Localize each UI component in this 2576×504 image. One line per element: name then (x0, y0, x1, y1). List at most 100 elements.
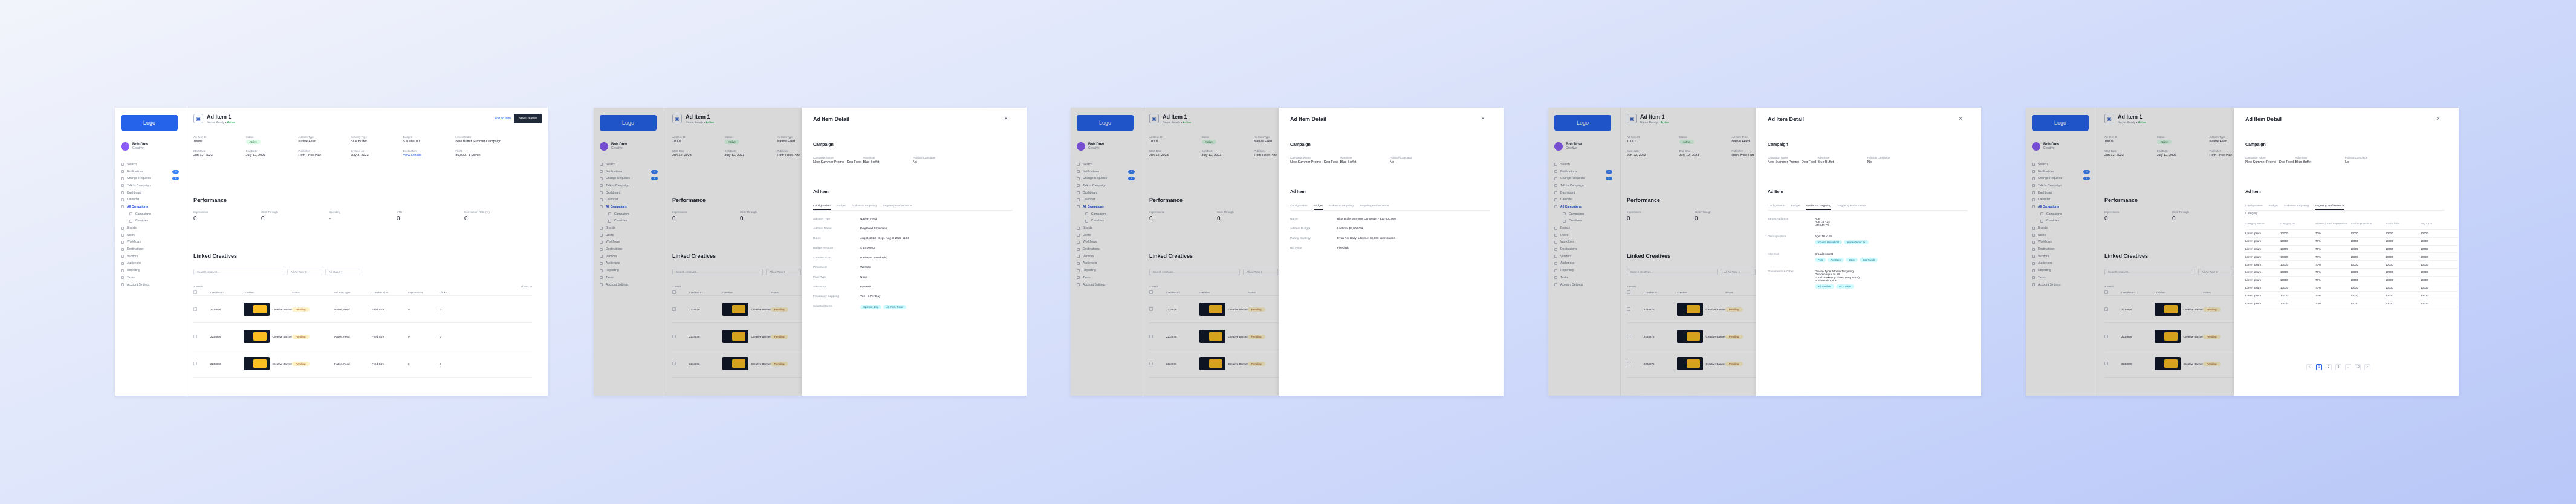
sidebar-item-label: Users (127, 233, 135, 237)
targeting-chip[interactable]: Pets (1815, 258, 1826, 262)
targeting-chip[interactable]: Income Household (1815, 240, 1842, 244)
sidebar-item[interactable]: Search (121, 161, 181, 168)
targeting-chip[interactable]: Dog Foods (1859, 258, 1878, 262)
tab-budget[interactable]: Budget (1791, 205, 1800, 210)
targeting-chip[interactable]: Dogs (1845, 258, 1858, 262)
sidebar-item[interactable]: Reporting (121, 267, 181, 274)
column-header[interactable]: Category Name (2245, 222, 2280, 225)
column-header[interactable]: Avg CTR (2421, 222, 2456, 225)
page-button[interactable]: < (2306, 364, 2312, 370)
tab-audience-targeting[interactable]: Audience Targeting (1329, 205, 1354, 210)
column-header[interactable]: Creative Size (372, 291, 408, 294)
nav-icon (121, 191, 124, 195)
close-icon[interactable]: × (1959, 116, 1962, 122)
tab-configuration[interactable]: Configuration (813, 205, 831, 210)
close-icon[interactable]: × (2436, 116, 2440, 122)
tab-targeting-performance[interactable]: Targeting Performance (883, 205, 912, 210)
status-cell: Pending (292, 307, 334, 312)
sidebar-item[interactable]: Tasks (121, 274, 181, 281)
column-header[interactable]: Clicks (440, 291, 467, 294)
new-creative-button[interactable]: New Creative (513, 114, 542, 123)
tab-budget[interactable]: Budget (837, 205, 846, 210)
sidebar-item[interactable]: Calendar (121, 196, 181, 203)
creative-thumbnail[interactable] (244, 303, 270, 316)
column-header[interactable]: Total Clicks (2386, 222, 2421, 225)
targeting-chip[interactable]: ad + Mobile (1815, 284, 1834, 289)
table-row: Lorem ipsum 10000 70% 10000 10000 10000 (2245, 299, 2458, 307)
meta-field: Publisher Roth Price Pizz (298, 149, 351, 157)
pagination: <1 2 3... 10 > (2306, 364, 2370, 370)
page-button[interactable]: > (2364, 364, 2370, 370)
tab-targeting-performance[interactable]: Targeting Performance (1360, 205, 1389, 210)
sidebar-item[interactable]: Brands (121, 224, 181, 232)
tab-budget[interactable]: Budget (1313, 205, 1323, 210)
app-screen: Logo Bob Dow Creative Search Notifications 3 C… (1071, 108, 1504, 396)
sidebar-item[interactable]: Vendors (121, 253, 181, 260)
page-button[interactable]: ... (2345, 364, 2351, 370)
sidebar-item[interactable]: Account Settings (121, 281, 181, 289)
sidebar-item[interactable]: Talk to Campaign (121, 182, 181, 189)
logo[interactable]: Logo (121, 115, 178, 131)
sidebar-item[interactable]: Workflows (121, 239, 181, 246)
close-icon[interactable]: × (1481, 116, 1485, 122)
tab-configuration[interactable]: Configuration (1290, 205, 1308, 210)
tab-targeting-performance[interactable]: Targeting Performance (1837, 205, 1867, 210)
column-header[interactable]: Ad Item Type (334, 291, 372, 294)
sidebar-item[interactable]: All Campaigns (121, 203, 181, 211)
campaign-field: Political Campaign No (2345, 156, 2395, 164)
tab-audience-targeting[interactable]: Audience Targeting (1806, 205, 1831, 210)
column-header[interactable]: Total Impressions (2351, 222, 2386, 225)
sidebar-item[interactable]: Notifications 3 (121, 168, 181, 175)
targeting-chip[interactable]: ad + Tablet (1835, 284, 1855, 289)
ad-type-filter[interactable]: All Ad Type ▾ (287, 269, 322, 275)
tab-audience-targeting[interactable]: Audience Targeting (2284, 205, 2309, 210)
table-cell: Lorem ipsum (2245, 270, 2262, 274)
tab-targeting-performance[interactable]: Targeting Performance (2314, 205, 2344, 210)
tab-configuration[interactable]: Configuration (2245, 205, 2263, 210)
select-all-checkbox[interactable] (193, 290, 210, 294)
column-header[interactable]: Impressions (408, 291, 440, 294)
tab-configuration[interactable]: Configuration (1768, 205, 1785, 210)
tab-budget[interactable]: Budget (2269, 205, 2278, 210)
sidebar-item[interactable]: Destinations (121, 246, 181, 253)
table-cell: 10000 (2421, 286, 2428, 289)
page-button[interactable]: 10 (2355, 364, 2361, 370)
table-row[interactable]: 2234876 Creative BannerPending Native, Fee… (193, 296, 532, 323)
add-ad-item-button[interactable]: Add ad Item (495, 117, 511, 120)
column-header[interactable]: Creative (244, 291, 292, 294)
header-status: Active (227, 121, 236, 125)
creative-thumbnail[interactable] (244, 357, 270, 370)
page-button[interactable]: 2 (2326, 364, 2332, 370)
sidebar-item[interactable]: Campaigns (121, 211, 181, 218)
search-input[interactable]: Search creatives... (193, 269, 284, 275)
tab-audience-targeting[interactable]: Audience Targeting (852, 205, 877, 210)
sidebar-item[interactable]: Dashboard (121, 189, 181, 197)
table-row[interactable]: 2234876 Creative BannerPending Native, Fee… (193, 323, 532, 350)
targeting-chip[interactable]: Pet Care (1828, 258, 1844, 262)
checkbox[interactable] (193, 362, 197, 365)
column-header[interactable]: Creative ID (210, 291, 244, 294)
user-profile[interactable]: Bob Dow Creative (121, 142, 148, 151)
meta-value[interactable]: View Details (403, 154, 456, 157)
targeting-chip[interactable]: Home Owner 2+ (1843, 240, 1869, 244)
targeting-chips: ad + Mobile ad + Tablet (1815, 284, 1860, 289)
creative-thumbnail[interactable] (244, 330, 270, 343)
sidebar-item[interactable]: Creatives (121, 218, 181, 225)
status-filter[interactable]: All Status ▾ (325, 269, 360, 275)
sidebar-item[interactable]: Users (121, 232, 181, 239)
targeting-key: Demographics (1768, 235, 1786, 238)
column-header[interactable]: Status (292, 291, 334, 294)
checkbox[interactable] (193, 290, 197, 294)
page-size-select[interactable]: Show: 10 (521, 285, 532, 288)
checkbox[interactable] (193, 335, 197, 338)
sidebar-item[interactable]: Change Requests 1 (121, 175, 181, 182)
close-icon[interactable]: × (1004, 116, 1008, 122)
page-button[interactable]: 1 (2316, 364, 2322, 370)
column-header[interactable]: Category ID (2280, 222, 2315, 225)
column-header[interactable]: Share of Total Impressions (2315, 222, 2351, 225)
table-row[interactable]: 2234876 Creative BannerPending Native, Fee… (193, 350, 532, 378)
sidebar-item[interactable]: Audiences (121, 260, 181, 267)
creative-id: 2234876 (210, 307, 221, 311)
checkbox[interactable] (193, 307, 197, 311)
page-button[interactable]: 3 (2335, 364, 2341, 370)
